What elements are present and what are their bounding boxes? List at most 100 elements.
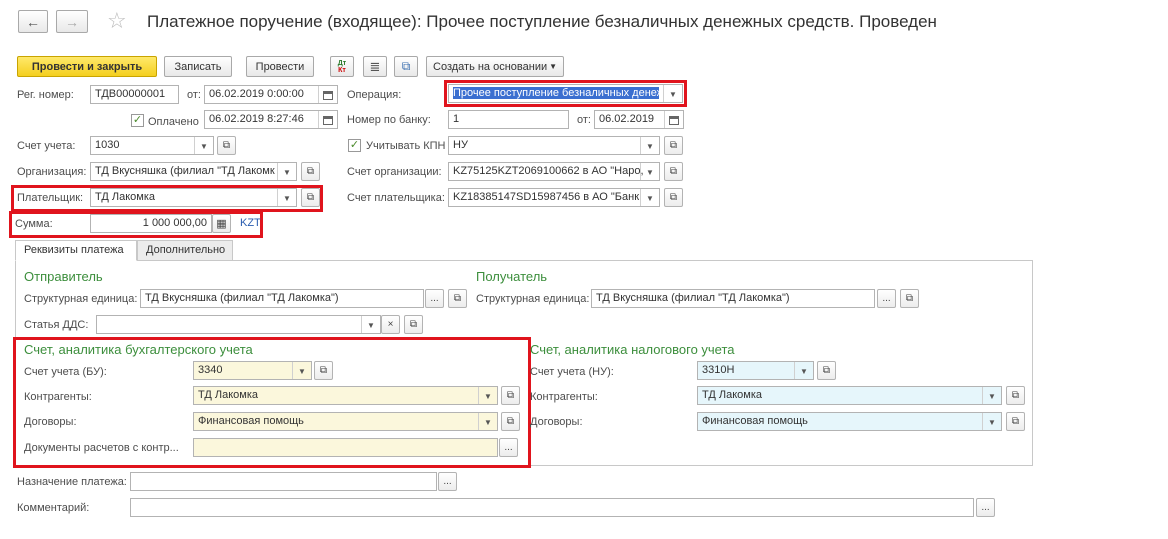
bank-number-label: Номер по банку:	[347, 114, 431, 126]
tab-payment-details[interactable]: Реквизиты платежа	[15, 240, 137, 261]
paid-date-field[interactable]: 06.02.2019 8:27:46	[204, 110, 338, 129]
favorite-star-icon[interactable]: ☆	[107, 8, 127, 34]
structure-button[interactable]: ⧉	[394, 56, 418, 77]
comment-select-button[interactable]: ...	[976, 498, 995, 517]
create-based-on-button[interactable]: Создать на основании ▼	[426, 56, 564, 77]
arrow-left-icon: ←	[26, 13, 40, 30]
document-list-icon: ≣	[369, 58, 381, 74]
date-value: 06.02.2019 0:00:00	[209, 88, 304, 100]
purpose-field[interactable]	[130, 472, 437, 491]
open-icon: ⧉	[669, 166, 678, 177]
calculator-button[interactable]: ▦	[212, 214, 231, 233]
payer-account-label: Счет плательщика:	[347, 192, 445, 204]
back-button[interactable]: ←	[18, 10, 48, 33]
open-dds-button[interactable]: ⧉	[404, 315, 423, 334]
chevron-down-icon[interactable]: ▼	[277, 189, 296, 206]
receiver-unit-field[interactable]: ТД Вкусняшка (филиал "ТД Лакомка")	[591, 289, 875, 308]
open-bu-contracts-button[interactable]: ⧉	[501, 412, 520, 431]
open-icon: ⧉	[905, 293, 914, 304]
comment-label: Комментарий:	[17, 502, 90, 514]
open-sender-unit-button[interactable]: ⧉	[448, 289, 467, 308]
open-bu-contragents-button[interactable]: ⧉	[501, 386, 520, 405]
calendar-icon[interactable]	[318, 111, 337, 128]
open-bu-account-button[interactable]: ⧉	[314, 361, 333, 380]
org-account-field[interactable]: KZ75125KZT2069100662 в АО "Наро, ▼	[448, 162, 660, 181]
currency-link[interactable]: KZT	[240, 217, 261, 229]
chevron-down-icon[interactable]: ▼	[292, 362, 311, 379]
kpn-field[interactable]: НУ ▼	[448, 136, 660, 155]
forward-button[interactable]: →	[56, 10, 88, 33]
tab-additional[interactable]: Дополнительно	[137, 240, 233, 261]
reg-number-field[interactable]: ТДВ00000001	[90, 85, 179, 104]
bu-contragents-value: ТД Лакомка	[198, 389, 258, 401]
open-icon: ⧉	[453, 293, 462, 304]
bu-docs-select-button[interactable]: ...	[499, 438, 518, 457]
chevron-down-icon[interactable]: ▼	[194, 137, 213, 154]
dt-kt-button[interactable]: Дт Кт	[330, 56, 354, 77]
open-nu-contracts-button[interactable]: ⧉	[1006, 412, 1025, 431]
bu-docs-field[interactable]	[193, 438, 498, 457]
calculator-icon: ▦	[216, 218, 227, 230]
paid-checkbox[interactable]: ✓	[131, 114, 144, 127]
dds-field[interactable]: ▼	[96, 315, 381, 334]
list-report-button[interactable]: ≣	[363, 56, 387, 77]
chevron-down-icon[interactable]: ▼	[663, 85, 682, 102]
open-icon: ⧉	[822, 365, 831, 376]
payer-account-field[interactable]: KZ18385147SD15987456 в АО "Банк ▼	[448, 188, 660, 207]
open-receiver-unit-button[interactable]: ⧉	[900, 289, 919, 308]
clear-icon: ×	[387, 319, 394, 330]
chevron-down-icon[interactable]: ▼	[640, 137, 659, 154]
payer-field[interactable]: ТД Лакомка ▼	[90, 188, 297, 207]
sender-unit-select-button[interactable]: ...	[425, 289, 444, 308]
bu-account-field[interactable]: 3340 ▼	[193, 361, 312, 380]
open-payer-button[interactable]: ⧉	[301, 188, 320, 207]
purpose-select-button[interactable]: ...	[438, 472, 457, 491]
bank-number-field[interactable]: 1	[448, 110, 569, 129]
operation-field[interactable]: Прочее поступление безналичных денеж ▼	[448, 84, 683, 103]
comment-field[interactable]	[130, 498, 974, 517]
open-kpn-button[interactable]: ⧉	[664, 136, 683, 155]
payer-value: ТД Лакомка	[95, 191, 155, 203]
open-nu-contragents-button[interactable]: ⧉	[1006, 386, 1025, 405]
date-field[interactable]: 06.02.2019 0:00:00	[204, 85, 338, 104]
post-and-close-button[interactable]: Провести и закрыть	[17, 56, 157, 77]
open-org-account-button[interactable]: ⧉	[664, 162, 683, 181]
dt-kt-icon: Дт Кт	[337, 59, 347, 74]
dds-clear-button[interactable]: ×	[381, 315, 400, 334]
chevron-down-icon[interactable]: ▼	[478, 413, 497, 430]
organization-field[interactable]: ТД Вкусняшка (филиал "ТД Лакомк ▼	[90, 162, 297, 181]
save-button[interactable]: Записать	[164, 56, 232, 77]
open-organization-button[interactable]: ⧉	[301, 162, 320, 181]
nu-account-field[interactable]: 3310Н ▼	[697, 361, 814, 380]
nu-contracts-label: Договоры:	[530, 416, 583, 428]
org-account-value: KZ75125KZT2069100662 в АО "Наро,	[453, 165, 644, 177]
chevron-down-icon[interactable]: ▼	[640, 163, 659, 180]
sender-unit-field[interactable]: ТД Вкусняшка (филиал "ТД Лакомка")	[140, 289, 424, 308]
nu-contracts-value: Финансовая помощь	[702, 415, 808, 427]
bu-contracts-field[interactable]: Финансовая помощь ▼	[193, 412, 498, 431]
chevron-down-icon[interactable]: ▼	[478, 387, 497, 404]
chevron-down-icon[interactable]: ▼	[982, 413, 1001, 430]
open-account-button[interactable]: ⧉	[217, 136, 236, 155]
nu-contragents-field[interactable]: ТД Лакомка ▼	[697, 386, 1002, 405]
kpn-checkbox[interactable]: ✓	[348, 139, 361, 152]
calendar-icon[interactable]	[318, 86, 337, 103]
open-nu-account-button[interactable]: ⧉	[817, 361, 836, 380]
open-icon: ⧉	[409, 319, 418, 330]
chevron-down-icon[interactable]: ▼	[361, 316, 380, 333]
nu-contracts-field[interactable]: Финансовая помощь ▼	[697, 412, 1002, 431]
dots-icon: ...	[882, 293, 891, 304]
chevron-down-icon[interactable]: ▼	[794, 362, 813, 379]
chevron-down-icon[interactable]: ▼	[982, 387, 1001, 404]
sum-field[interactable]: 1 000 000,00	[90, 214, 212, 233]
chevron-down-icon[interactable]: ▼	[277, 163, 296, 180]
open-payer-account-button[interactable]: ⧉	[664, 188, 683, 207]
bu-contragents-field[interactable]: ТД Лакомка ▼	[193, 386, 498, 405]
account-field[interactable]: 1030 ▼	[90, 136, 214, 155]
post-button[interactable]: Провести	[246, 56, 314, 77]
bu-title: Счет, аналитика бухгалтерского учета	[24, 342, 253, 357]
chevron-down-icon[interactable]: ▼	[640, 189, 659, 206]
receiver-unit-select-button[interactable]: ...	[877, 289, 896, 308]
bank-date-field[interactable]: 06.02.2019	[594, 110, 684, 129]
calendar-icon[interactable]	[664, 111, 683, 128]
